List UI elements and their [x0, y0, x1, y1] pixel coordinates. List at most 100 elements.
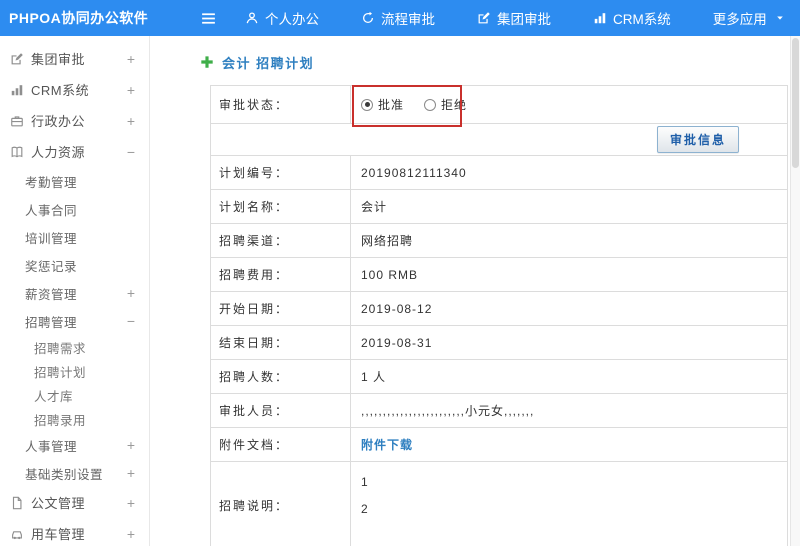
caret-down-icon — [775, 13, 785, 23]
table-row-button: 审批信息 — [211, 124, 787, 156]
field-label-end-date: 结束日期： — [211, 326, 351, 359]
table-row-end-date: 结束日期： 2019-08-31 — [211, 326, 787, 360]
sidebar-item-talent-pool[interactable]: 人才库 — [0, 383, 149, 407]
briefcase-icon — [10, 114, 24, 128]
topbar: PHPOA协同办公软件 个人办公 流程审批 集团审批 CRM系统 更多应用 — [0, 0, 800, 36]
radio-approve-checked[interactable] — [361, 98, 373, 111]
process-icon — [361, 11, 375, 25]
doc-icon — [10, 496, 24, 510]
collapse-icon[interactable]: − — [127, 314, 135, 328]
field-value-recruit-count: 1 人 — [361, 370, 387, 384]
radio-reject[interactable] — [424, 98, 437, 111]
expand-icon[interactable]: + — [127, 496, 135, 510]
sidebar-item-label: 人事管理 — [25, 439, 78, 454]
sidebar-item-recruit-management[interactable]: 招聘管理 − — [0, 307, 149, 335]
page-header: 会计 招聘计划 — [200, 52, 790, 72]
radio-label: 批准 — [378, 98, 405, 112]
sidebar: 集团审批 + CRM系统 + 行政办公 + 人力资源 − 考勤管理人事合同培训管理奖惩记录薪资管… — [0, 36, 150, 546]
expand-icon[interactable]: + — [127, 52, 135, 66]
field-value-recruit-cost: 100 RMB — [361, 267, 419, 282]
chart-icon — [10, 83, 24, 97]
sidebar-item-label: 基础类别设置 — [25, 467, 104, 482]
sidebar-item-training[interactable]: 培训管理 — [0, 223, 149, 251]
field-label-recruit-cost: 招聘费用： — [211, 258, 351, 291]
topnav-item-workflow-approval[interactable]: 流程审批 — [361, 8, 435, 28]
radio-label: 拒绝 — [441, 98, 468, 112]
collapse-icon[interactable]: − — [127, 145, 135, 159]
table-row-plan-number: 计划编号： 20190812111340 — [211, 156, 787, 190]
expand-icon[interactable]: + — [127, 114, 135, 128]
car-icon — [10, 527, 24, 541]
sidebar-item-administration[interactable]: 行政办公 + — [0, 105, 149, 136]
sidebar-item-hr-contract[interactable]: 人事合同 — [0, 195, 149, 223]
topnav-label: 更多应用 — [712, 12, 767, 27]
app-title: PHPOA协同办公软件 — [9, 10, 149, 26]
status-label: 审批状态： — [211, 86, 351, 123]
vertical-scrollbar[interactable] — [790, 36, 800, 546]
sidebar-item-human-resources[interactable]: 人力资源 − — [0, 136, 149, 167]
radio-option-reject[interactable]: 拒绝 — [424, 96, 467, 113]
topnav-label: 个人办公 — [265, 12, 319, 27]
field-value-recruit-channel: 网络招聘 — [361, 234, 414, 248]
field-value-plan-name: 会计 — [361, 200, 388, 214]
table-row-status: 审批状态： 批准 拒绝 — [211, 86, 787, 124]
attachment-download-link[interactable]: 附件下载 — [361, 436, 413, 453]
expand-icon[interactable]: + — [127, 83, 135, 97]
scrollbar-thumb[interactable] — [792, 38, 799, 168]
field-value-end-date: 2019-08-31 — [361, 335, 433, 350]
hamburger-icon — [200, 10, 217, 27]
sidebar-item-personnel-management[interactable]: 人事管理 + — [0, 431, 149, 459]
sidebar-item-label: 招聘录用 — [34, 413, 87, 428]
table-row-recruit-cost: 招聘费用： 100 RMB — [211, 258, 787, 292]
sidebar-item-label: 行政办公 — [31, 114, 86, 129]
topnav-label: 流程审批 — [381, 12, 435, 27]
topnav-item-personal-office[interactable]: 个人办公 — [245, 8, 319, 28]
table-row-start-date: 开始日期： 2019-08-12 — [211, 292, 787, 326]
topnav-item-group-approval[interactable]: 集团审批 — [477, 8, 551, 28]
table-row-recruit-channel: 招聘渠道： 网络招聘 — [211, 224, 787, 258]
topnav-item-more-apps[interactable]: 更多应用 — [713, 8, 785, 28]
sidebar-item-label: CRM系统 — [31, 83, 90, 98]
topnav-item-crm-system[interactable]: CRM系统 — [593, 8, 671, 28]
table-row-approvers: 审批人员： ,,,,,,,,,,,,,,,,,,,,,,,,小元女,,,,,,, — [211, 394, 787, 428]
radio-option-approve[interactable]: 批准 — [361, 96, 404, 113]
topnav-label: CRM系统 — [613, 12, 671, 27]
field-value-attachment: 附件下载 — [351, 428, 787, 461]
sidebar-item-vehicle-management[interactable]: 用车管理 + — [0, 518, 149, 546]
field-label-plan-number: 计划编号： — [211, 156, 351, 189]
sidebar-item-base-category-settings[interactable]: 基础类别设置 + — [0, 459, 149, 487]
sidebar-item-recruit-demand[interactable]: 招聘需求 — [0, 335, 149, 359]
expand-icon[interactable]: + — [127, 438, 135, 452]
menu-button[interactable] — [200, 10, 217, 27]
sidebar-item-label: 集团审批 — [31, 52, 86, 67]
sidebar-item-salary-management[interactable]: 薪资管理 + — [0, 279, 149, 307]
field-rows: 计划编号： 20190812111340 计划名称： 会计招聘渠道： 网络招聘 招聘费用：… — [211, 156, 787, 546]
top-navigation: 个人办公 流程审批 集团审批 CRM系统 更多应用 — [245, 8, 785, 28]
expand-icon[interactable]: + — [127, 527, 135, 541]
sidebar-item-label: 招聘计划 — [34, 365, 87, 380]
field-label-plan-name: 计划名称： — [211, 190, 351, 223]
sidebar-item-label: 奖惩记录 — [25, 259, 78, 274]
field-label-recruit-description: 招聘说明： — [211, 462, 351, 546]
field-label-approvers: 审批人员： — [211, 394, 351, 427]
sidebar-item-document-management[interactable]: 公文管理 + — [0, 487, 149, 518]
person-icon — [245, 11, 259, 25]
sidebar-item-label: 人才库 — [34, 389, 74, 404]
field-label-start-date: 开始日期： — [211, 292, 351, 325]
sidebar-item-label: 招聘管理 — [25, 315, 78, 330]
sidebar-item-recruit-plan[interactable]: 招聘计划 — [0, 359, 149, 383]
table-row-recruit-description: 招聘说明： 1 2 — [211, 462, 787, 546]
sidebar-item-attendance[interactable]: 考勤管理 — [0, 167, 149, 195]
main-content: 会计 招聘计划 审批状态： 批准 拒绝 审批信息 计划编号： 20190812111… — [151, 36, 790, 546]
sidebar-item-group-approval[interactable]: 集团审批 + — [0, 43, 149, 74]
sidebar-item-crm-system[interactable]: CRM系统 + — [0, 74, 149, 105]
expand-icon[interactable]: + — [127, 286, 135, 300]
table-row-plan-name: 计划名称： 会计 — [211, 190, 787, 224]
sidebar-item-recruit-hiring[interactable]: 招聘录用 — [0, 407, 149, 431]
expand-icon[interactable]: + — [127, 466, 135, 480]
sidebar-item-rewards-records[interactable]: 奖惩记录 — [0, 251, 149, 279]
sidebar-item-label: 考勤管理 — [25, 175, 78, 190]
approval-info-button[interactable]: 审批信息 — [656, 126, 739, 153]
sidebar-item-label: 培训管理 — [25, 231, 78, 246]
field-label-attachment: 附件文档： — [211, 428, 351, 461]
